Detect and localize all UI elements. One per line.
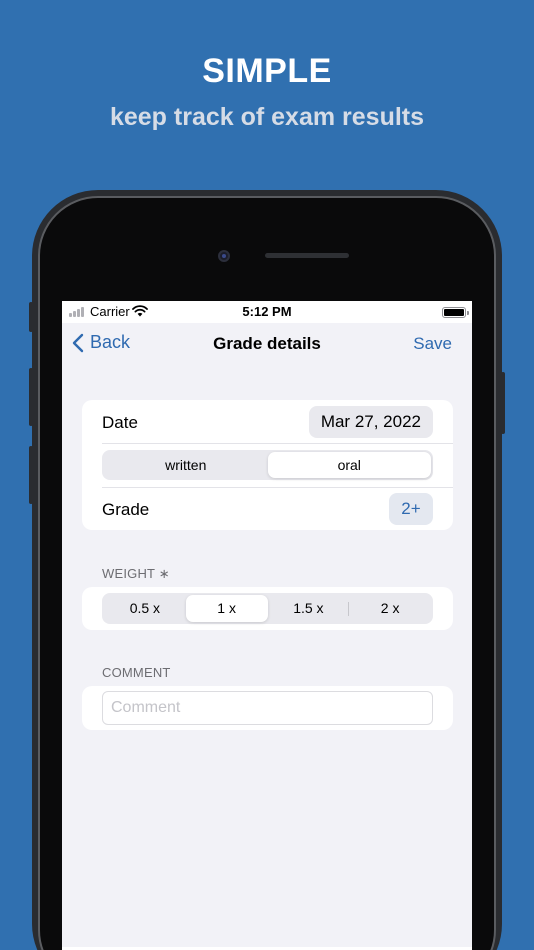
status-time: 5:12 PM bbox=[242, 304, 292, 319]
weight-option-2x[interactable]: 2 x bbox=[348, 595, 431, 622]
weight-section-header: WEIGHT ∗ bbox=[102, 566, 170, 581]
segment-separator bbox=[348, 602, 350, 616]
speaker-grille bbox=[265, 253, 349, 258]
weight-option-1-5x[interactable]: 1.5 x bbox=[268, 595, 350, 622]
promo-title: SIMPLE bbox=[202, 52, 332, 90]
weight-option-label: 2 x bbox=[380, 600, 400, 616]
app-screen: Carrier 5:12 PM Back Grade details Save … bbox=[62, 301, 472, 950]
status-bar: Carrier 5:12 PM bbox=[62, 301, 472, 323]
segment-written[interactable]: written bbox=[104, 452, 268, 478]
weight-option-label: 1.5 x bbox=[293, 600, 324, 616]
comment-section-header: COMMENT bbox=[102, 665, 171, 680]
segment-oral[interactable]: oral bbox=[267, 452, 431, 478]
divider bbox=[102, 487, 453, 488]
mute-switch bbox=[29, 302, 33, 332]
grade-details-card: Date Mar 27, 2022 written oral Grade 2+ bbox=[82, 400, 453, 530]
battery-icon bbox=[442, 307, 469, 318]
comment-input[interactable] bbox=[102, 691, 433, 725]
grade-picker[interactable]: 2+ bbox=[389, 493, 433, 525]
exam-type-segmented-control[interactable]: written oral bbox=[102, 450, 433, 480]
weight-option-1x[interactable]: 1 x bbox=[185, 595, 268, 622]
date-picker[interactable]: Mar 27, 2022 bbox=[308, 406, 433, 438]
weight-card: 0.5 x 1 x 1.5 x 2 x bbox=[82, 587, 453, 630]
volume-up-button bbox=[29, 368, 33, 426]
weight-option-0-5x[interactable]: 0.5 x bbox=[104, 595, 186, 622]
comment-card bbox=[82, 686, 453, 730]
navigation-bar: Back Grade details Save bbox=[62, 323, 472, 367]
volume-down-button bbox=[29, 446, 33, 504]
save-button[interactable]: Save bbox=[413, 334, 452, 354]
divider bbox=[102, 443, 453, 444]
promo-subtitle: keep track of exam results bbox=[109, 103, 425, 131]
page-title: Grade details bbox=[213, 334, 321, 353]
camera-icon bbox=[218, 250, 230, 262]
weight-segmented-control[interactable]: 0.5 x 1 x 1.5 x 2 x bbox=[102, 593, 433, 624]
date-label: Date bbox=[102, 413, 138, 432]
grade-label: Grade bbox=[102, 500, 150, 519]
power-button bbox=[501, 372, 505, 434]
